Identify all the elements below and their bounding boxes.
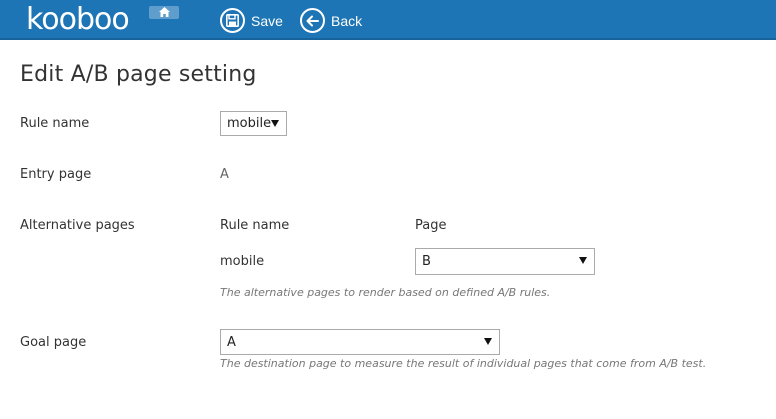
alternative-pages-label: Alternative pages (20, 218, 135, 233)
rule-name-select[interactable]: mobile (220, 111, 287, 136)
entry-page-value: A (220, 167, 229, 182)
chevron-down-icon (271, 120, 279, 127)
goal-page-select-value: A (227, 334, 236, 350)
alt-row-page-select[interactable]: B (415, 248, 595, 275)
rule-name-label: Rule name (20, 116, 90, 131)
arrow-left-icon (300, 8, 325, 33)
chevron-down-icon (579, 257, 587, 264)
back-button[interactable]: Back (300, 8, 362, 33)
save-button-label: Save (251, 12, 283, 29)
alt-col-rule-name-header: Rule name (220, 218, 290, 233)
entry-page-label: Entry page (20, 167, 92, 182)
floppy-disk-icon (220, 8, 245, 33)
save-button[interactable]: Save (220, 8, 283, 33)
page-title: Edit A/B page setting (20, 62, 257, 87)
top-bar: kooboo Save Back (0, 0, 776, 40)
alt-row-page-select-value: B (422, 254, 431, 269)
goal-page-select[interactable]: A (220, 329, 500, 355)
rule-name-select-value: mobile (227, 116, 272, 131)
back-button-label: Back (331, 12, 363, 29)
home-icon[interactable] (149, 6, 179, 19)
alternative-pages-help: The alternative pages to render based on… (220, 286, 551, 299)
alt-row-rule-name: mobile (220, 254, 265, 269)
kooboo-logo[interactable]: kooboo (26, 4, 130, 36)
goal-page-help: The destination page to measure the resu… (220, 357, 707, 370)
chevron-down-icon (484, 338, 492, 345)
alt-col-page-header: Page (415, 218, 447, 233)
goal-page-label: Goal page (20, 335, 87, 350)
